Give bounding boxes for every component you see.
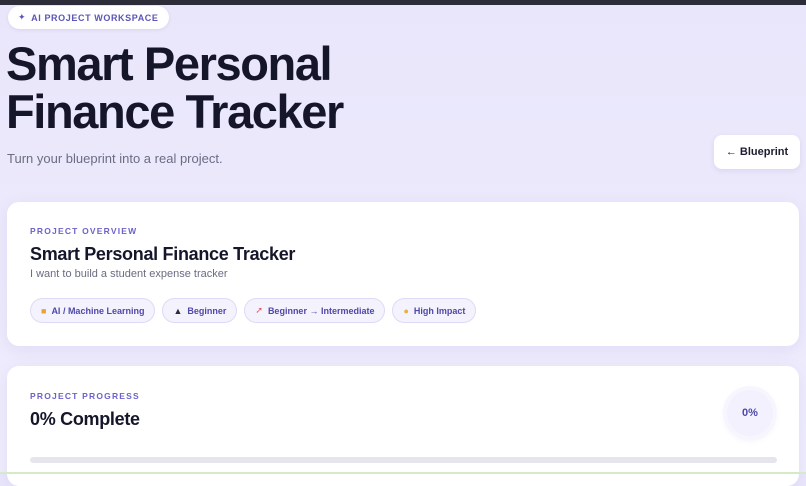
progress-eyebrow: PROJECT PROGRESS	[30, 391, 140, 401]
sparkle-icon: ✦	[18, 12, 27, 22]
back-to-blueprint-button[interactable]: ← Blueprint	[714, 135, 800, 169]
tag-category-label: AI / Machine Learning	[51, 305, 145, 316]
page-title: Smart Personal Finance Tracker	[6, 40, 426, 136]
rocket-icon: ➚	[255, 305, 263, 315]
page-subtitle: Turn your blueprint into a real project.	[7, 151, 223, 166]
project-description: I want to build a student expense tracke…	[30, 268, 228, 280]
tag-growth[interactable]: ➚ Beginner → Intermediate	[244, 298, 386, 323]
progress-title: 0% Complete	[30, 409, 140, 429]
workspace-tag-label: AI PROJECT WORKSPACE	[31, 12, 159, 23]
page-title-line-2: Finance Tracker	[6, 85, 344, 138]
lightbulb-icon: ●	[403, 305, 409, 316]
tag-level-label: Beginner	[187, 305, 227, 316]
project-progress-card: PROJECT PROGRESS 0% Complete 0%	[7, 366, 799, 486]
tag-category[interactable]: ■ AI / Machine Learning	[30, 298, 156, 323]
tag-growth-label: Beginner → Intermediate	[267, 305, 375, 316]
overview-eyebrow: PROJECT OVERVIEW	[30, 226, 138, 236]
page-title-line-1: Smart Personal	[6, 37, 333, 90]
workspace-tag: ✦ AI PROJECT WORKSPACE	[8, 6, 169, 29]
progress-bar	[30, 457, 777, 463]
tag-impact-label: High Impact	[413, 305, 466, 316]
progress-percent-badge: 0%	[727, 390, 773, 436]
project-tags: ■ AI / Machine Learning ▲ Beginner ➚ Beg…	[30, 298, 477, 323]
tag-level[interactable]: ▲ Beginner	[162, 298, 238, 323]
folder-icon: ■	[41, 305, 47, 316]
project-overview-card: PROJECT OVERVIEW Smart Personal Finance …	[7, 202, 799, 346]
window-top-bar	[0, 0, 806, 5]
project-title: Smart Personal Finance Tracker	[30, 244, 296, 264]
graduation-cap-icon: ▲	[173, 305, 183, 316]
tag-impact[interactable]: ● High Impact	[392, 298, 477, 323]
